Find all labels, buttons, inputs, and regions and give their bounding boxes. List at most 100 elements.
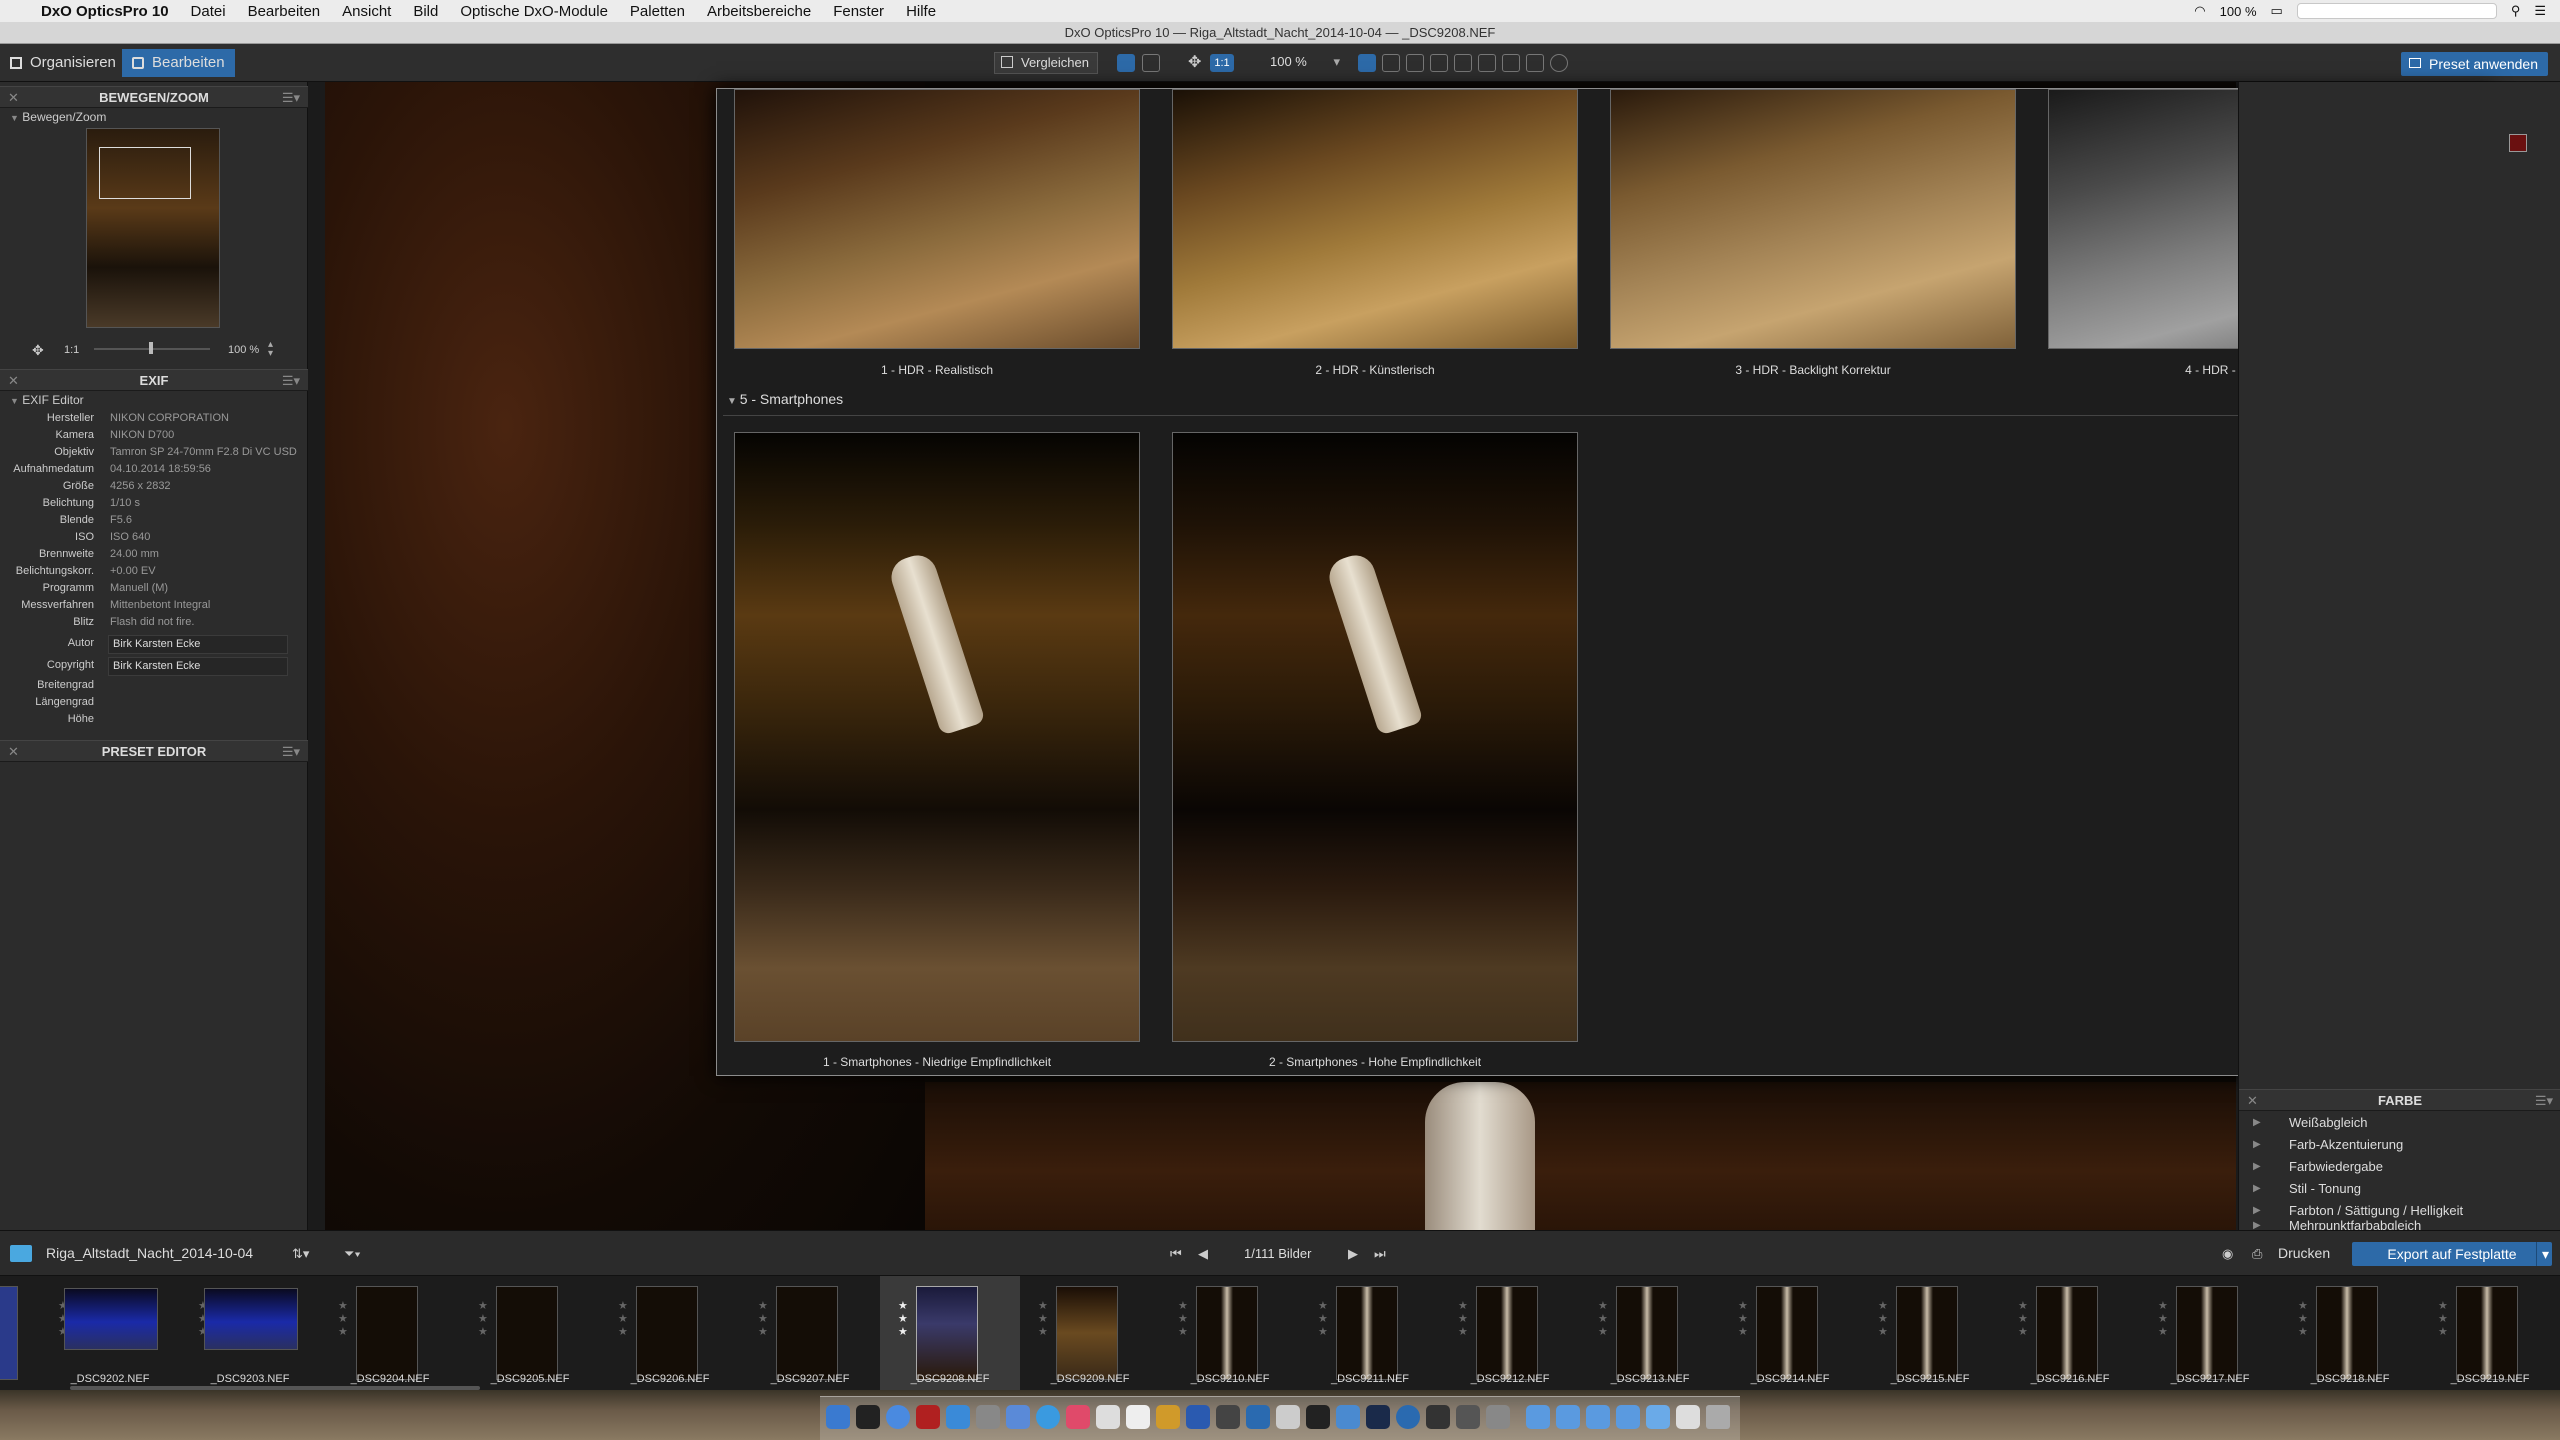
battery-percent[interactable]: 100 % [2220, 4, 2257, 19]
word-icon[interactable] [1186, 1405, 1210, 1429]
preset-thumbnail[interactable] [734, 89, 1140, 349]
notes-icon[interactable] [1126, 1405, 1150, 1429]
menu-bearbeiten[interactable]: Bearbeiten [237, 3, 332, 20]
menu-arbeitsbereiche[interactable]: Arbeitsbereiche [696, 3, 822, 20]
filmstrip-item-selected[interactable]: ★ ★ ★ _DSC9208.NEF [880, 1276, 1020, 1390]
rating-stars[interactable]: ★ ★ ★ [1178, 1300, 1188, 1339]
move-zoom-header[interactable]: ✕ BEWEGEN/ZOOM ☰▾ [0, 86, 308, 108]
filmstrip-item[interactable]: ★ ★ ★ _DSC9213.NEF [1580, 1276, 1720, 1390]
rating-stars[interactable]: ★ ★ ★ [1318, 1300, 1328, 1339]
lightroom-icon[interactable] [1366, 1405, 1390, 1429]
zoom-1to1-button[interactable]: 1:1 [1210, 54, 1234, 72]
filmstrip-item[interactable]: ★ ★ ★ _DSC9206.NEF [600, 1276, 740, 1390]
app-icon[interactable] [976, 1405, 1000, 1429]
filmstrip-item[interactable]: ★ ★ ★ _DSC9203.NEF [180, 1276, 320, 1390]
preset-thumbnail[interactable] [1610, 89, 2016, 349]
safari-icon[interactable] [1036, 1405, 1060, 1429]
app-icon[interactable] [1426, 1405, 1450, 1429]
terminal-icon[interactable] [856, 1405, 880, 1429]
app-icon[interactable] [1156, 1405, 1180, 1429]
rating-stars[interactable]: ★ ★ ★ [2298, 1300, 2308, 1339]
app-icon[interactable] [1006, 1405, 1030, 1429]
perspective-tool-icon[interactable] [1454, 54, 1472, 72]
filmstrip-item[interactable]: ★ ★ ★ _DSC9217.NEF [2140, 1276, 2280, 1390]
farbe-item[interactable]: ▶ Stil - Tonung [2239, 1178, 2560, 1199]
straighten-tool-icon[interactable] [1358, 54, 1376, 72]
target-tool-icon[interactable] [1550, 54, 1568, 72]
sort-icon[interactable]: ⇅▾ [292, 1246, 309, 1262]
copyright-field[interactable]: Birk Karsten Ecke [108, 657, 288, 676]
farbe-item[interactable]: ▶ Farbwiedergabe [2239, 1156, 2560, 1177]
preset-thumbnail[interactable] [1172, 432, 1578, 1042]
filmstrip-item[interactable]: ★ ★ ★ _DSC9214.NEF [1720, 1276, 1860, 1390]
filmstrip-item[interactable]: ★ ★ ★ _DSC9205.NEF [460, 1276, 600, 1390]
pipette-tool-icon[interactable] [1406, 54, 1424, 72]
move-icon[interactable]: ✥ [32, 342, 44, 359]
search-icon[interactable]: ⚲ [2511, 3, 2521, 19]
menu-bild[interactable]: Bild [402, 3, 449, 20]
menu-app-name[interactable]: DxO OpticsPro 10 [30, 3, 180, 20]
filezilla-icon[interactable] [916, 1405, 940, 1429]
notification-list-icon[interactable]: ☰ [2534, 3, 2546, 19]
print-icon[interactable]: ⎙ [2252, 1246, 2262, 1262]
preset-editor-header[interactable]: ✕ PRESET EDITOR ☰▾ [0, 740, 308, 762]
app-icon[interactable] [1306, 1405, 1330, 1429]
rating-stars[interactable]: ★ ★ ★ [1738, 1300, 1748, 1339]
zoom-select[interactable]: 100 % ▾ [1262, 52, 1344, 74]
filmstrip-item[interactable]: ★ ★ ★ _DSC9216.NEF [2000, 1276, 2140, 1390]
rating-stars[interactable]: ★ ★ ★ [1458, 1300, 1468, 1339]
folder-name[interactable]: Riga_Altstadt_Nacht_2014-10-04 [46, 1245, 253, 1261]
calendar-icon[interactable] [1096, 1405, 1120, 1429]
filmstrip-item[interactable]: ★ ★ ★ _DSC9215.NEF [1860, 1276, 2000, 1390]
preset-thumbnail[interactable] [1172, 89, 1578, 349]
tab-organisieren[interactable]: Organisieren [0, 49, 126, 77]
next-image-icon[interactable]: ▶ [1348, 1246, 1358, 1262]
rating-stars[interactable]: ★ ★ ★ [2018, 1300, 2028, 1339]
menu-paletten[interactable]: Paletten [619, 3, 696, 20]
exif-subheader[interactable]: ▼ EXIF Editor [10, 393, 84, 407]
app-icon[interactable] [1246, 1405, 1270, 1429]
menu-fenster[interactable]: Fenster [822, 3, 895, 20]
rating-stars[interactable]: ★ ★ ★ [2438, 1300, 2448, 1339]
export-to-disk-button[interactable]: Export auf Festplatte ▾ [2352, 1242, 2552, 1266]
close-icon[interactable]: ✕ [8, 87, 19, 109]
panel-menu-icon[interactable]: ☰▾ [282, 741, 300, 763]
brush-tool-icon[interactable] [1526, 54, 1544, 72]
farbe-header[interactable]: ✕ FARBE ☰▾ [2239, 1089, 2560, 1111]
menu-ansicht[interactable]: Ansicht [331, 3, 402, 20]
app-icon[interactable] [1276, 1405, 1300, 1429]
menu-datei[interactable]: Datei [180, 3, 237, 20]
finder-icon[interactable] [826, 1405, 850, 1429]
itunes-icon[interactable] [1066, 1405, 1090, 1429]
filmstrip-item[interactable]: ★ ★ ★ _DSC9219.NEF [2420, 1276, 2560, 1390]
folder-icon[interactable] [1646, 1405, 1670, 1429]
app-icon[interactable] [1486, 1405, 1510, 1429]
rating-stars[interactable]: ★ ★ ★ [1038, 1300, 1048, 1339]
panel-menu-icon[interactable]: ☰▾ [282, 87, 300, 109]
app-icon[interactable] [886, 1405, 910, 1429]
filmstrip-item[interactable]: ★ ★ ★ _DSC9218.NEF [2280, 1276, 2420, 1390]
author-field[interactable]: Birk Karsten Ecke [108, 635, 288, 654]
folder-icon[interactable] [1526, 1405, 1550, 1429]
last-image-icon[interactable]: ⏭ [1374, 1246, 1386, 1262]
zoom-slider-handle[interactable] [149, 342, 153, 354]
red-eye-tool-icon[interactable] [1502, 54, 1520, 72]
move-icon[interactable]: ✥ [1188, 54, 1206, 72]
panel-menu-icon[interactable]: ☰▾ [2535, 1090, 2553, 1112]
app-icon[interactable] [1456, 1405, 1480, 1429]
zoom-ratio[interactable]: 1:1 [64, 344, 79, 356]
processing-status-icon[interactable]: ◉ [2222, 1246, 2233, 1262]
dropbox-icon[interactable] [946, 1405, 970, 1429]
rating-stars[interactable]: ★ ★ ★ [338, 1300, 348, 1339]
perspective-tool-2-icon[interactable] [1478, 54, 1496, 72]
folder-icon[interactable] [1616, 1405, 1640, 1429]
print-button[interactable]: Drucken [2278, 1245, 2330, 1261]
farbe-item[interactable]: ▶ Weißabgleich [2239, 1112, 2560, 1133]
filmstrip-item[interactable]: ★ ★ ★ _DSC9212.NEF [1440, 1276, 1580, 1390]
app-icon[interactable] [1216, 1405, 1240, 1429]
zoom-percent[interactable]: 100 % [228, 344, 259, 356]
single-view-icon[interactable] [1117, 54, 1135, 72]
filmstrip-item[interactable]: ★ ★ ★ _DSC9202.NEF [40, 1276, 180, 1390]
rating-stars[interactable]: ★ ★ ★ [1878, 1300, 1888, 1339]
first-image-icon[interactable]: ⏮ [1170, 1246, 1182, 1262]
